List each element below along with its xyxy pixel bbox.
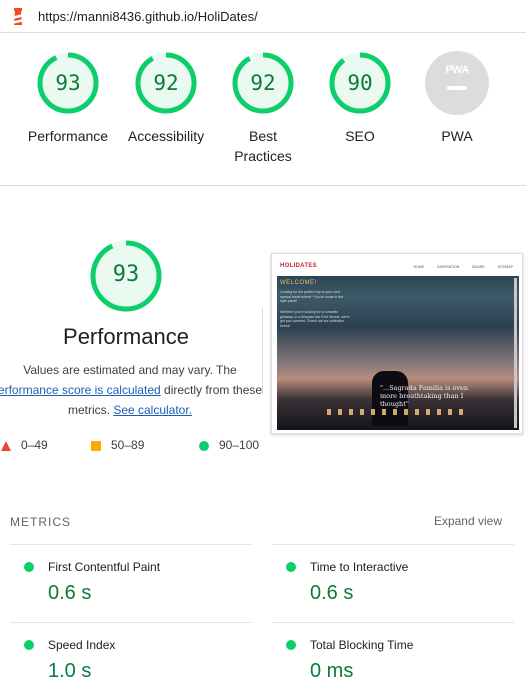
page-url: https://manni8436.github.io/HoliDates/	[38, 9, 258, 24]
gauge-pwa[interactable]: PWA PWA	[402, 51, 512, 146]
metric-label: First Contentful Paint	[48, 560, 161, 574]
metric-label: Time to Interactive	[310, 560, 409, 574]
performance-description: Values are estimated and may vary. The e…	[0, 360, 280, 420]
metric-value: 1.0 s	[48, 660, 92, 682]
gauge-label: Performance	[27, 128, 109, 144]
pass-circle-icon	[24, 562, 34, 572]
metrics-heading: METRICS	[10, 515, 71, 529]
candle-lights	[327, 409, 467, 415]
gauge-score: 90	[347, 71, 373, 95]
final-screenshot[interactable]: HOLIDATES HOME INSPIRATION BOARD SITEMAP…	[271, 253, 523, 434]
metric-first-contentful-paint: First Contentful Paint 0.6 s	[10, 544, 252, 622]
square-icon	[91, 440, 101, 451]
metric-total-blocking-time: Total Blocking Time 0 ms	[272, 622, 514, 694]
screenshot-welcome: WELCOME!	[280, 280, 317, 286]
score-calculated-link[interactable]: erformance score is calculated	[0, 383, 161, 397]
pass-circle-icon	[286, 640, 296, 650]
legend-average: 50–89	[91, 438, 144, 452]
legend-range: 90–100	[219, 438, 260, 452]
screenshot-nav-links: HOME INSPIRATION BOARD SITEMAP	[413, 265, 513, 269]
gauge-label: SEO	[345, 128, 375, 144]
gauge-seo[interactable]: 90 SEO	[305, 51, 415, 146]
desc-after-link: directly from these	[164, 383, 263, 397]
screenshot-intro: Looking for the perfect trip to your nex…	[280, 290, 344, 303]
pwa-badge-text: PWA	[445, 64, 469, 76]
circle-icon	[199, 440, 209, 451]
metric-value: 0 ms	[310, 660, 354, 682]
gauge-best-practices[interactable]: 92 Best Practices	[208, 51, 318, 166]
expand-view-button[interactable]: Expand view	[434, 514, 502, 528]
gauge-label: Accessibility	[127, 128, 205, 144]
legend-range: 50–89	[111, 438, 145, 452]
screenshot-navbar: HOLIDATES HOME INSPIRATION BOARD SITEMAP	[277, 259, 519, 276]
legend-fail: 0–49	[1, 438, 48, 452]
metric-speed-index: Speed Index 1.0 s	[10, 622, 252, 694]
divider	[262, 308, 263, 394]
gauge-score: 93	[55, 71, 81, 95]
metric-value: 0.6 s	[310, 582, 354, 604]
gauge-label: PWA	[441, 128, 473, 144]
desc-line-1: Values are estimated and may vary. The	[23, 363, 237, 377]
performance-title: Performance	[63, 324, 189, 349]
gauge-accessibility[interactable]: 92 Accessibility	[111, 51, 221, 146]
see-calculator-link[interactable]: See calculator.	[113, 403, 192, 417]
screenshot-logo: HOLIDATES	[280, 263, 317, 269]
lighthouse-logo-icon	[14, 8, 22, 25]
screenshot-quote: "...Sagrada Familia is even more breatht…	[380, 384, 469, 408]
screenshot-intro-2: Whether you're looking for a romantic ge…	[280, 310, 350, 328]
screenshot-image: HOLIDATES HOME INSPIRATION BOARD SITEMAP…	[277, 259, 519, 430]
metric-label: Total Blocking Time	[310, 638, 414, 652]
triangle-icon	[1, 440, 11, 451]
category-gauges: 93 Performance 92 Accessibility 92 Best …	[0, 33, 526, 186]
legend-pass: 90–100	[199, 438, 259, 452]
desc-line-3: metrics.	[67, 403, 110, 417]
gauge-label: Best Practices	[234, 128, 292, 164]
gauge-performance[interactable]: 93 Performance	[13, 51, 123, 146]
performance-score: 93	[112, 262, 140, 287]
pwa-badge-icon: PWA	[425, 51, 489, 115]
url-bar: https://manni8436.github.io/HoliDates/	[0, 0, 526, 33]
pass-circle-icon	[24, 640, 34, 650]
gauge-score: 92	[153, 71, 179, 95]
metric-time-to-interactive: Time to Interactive 0.6 s	[272, 544, 514, 622]
metric-label: Speed Index	[48, 638, 116, 652]
legend-range: 0–49	[21, 438, 48, 452]
screenshot-scrollbar	[514, 278, 517, 428]
metric-value: 0.6 s	[48, 582, 92, 604]
pass-circle-icon	[286, 562, 296, 572]
pwa-dash	[447, 86, 467, 90]
gauge-score: 92	[250, 71, 276, 95]
